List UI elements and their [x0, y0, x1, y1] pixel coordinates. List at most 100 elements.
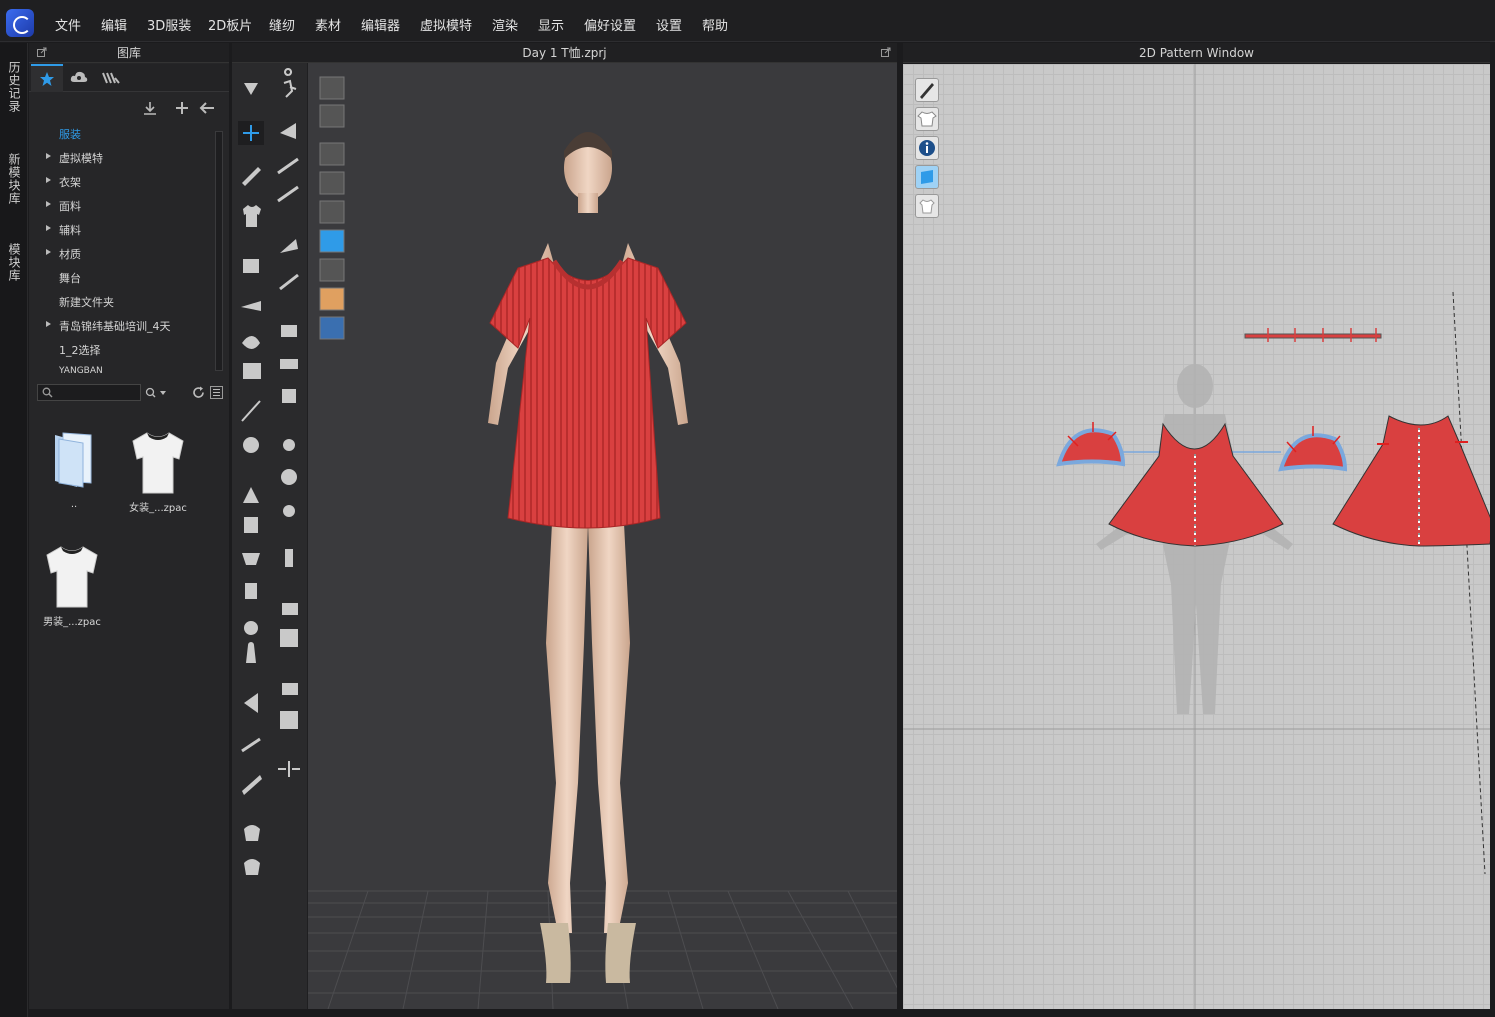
view-icon [319, 171, 345, 195]
app-logo-icon[interactable] [6, 9, 34, 37]
avatar-icon [246, 642, 256, 663]
tab-new-module-library[interactable]: 新模块库 [6, 153, 23, 205]
view-icon [319, 258, 345, 282]
search-input[interactable] [37, 384, 141, 401]
menu-preferences[interactable]: 偏好设置 [584, 15, 636, 34]
tree-item-fabric[interactable]: 面料 [46, 198, 81, 214]
menu-avatar[interactable]: 虚拟模特 [420, 15, 472, 34]
tool-icon [242, 336, 260, 349]
library-title: 图库 [116, 46, 141, 60]
menu-sewing[interactable]: 缝纫 [269, 15, 295, 34]
tool-icon [243, 487, 259, 503]
ruler-icon [242, 775, 262, 795]
file-item-womens[interactable]: 女装_...zpac [119, 425, 199, 515]
tree-item-new-folder[interactable]: 新建文件夹 [59, 294, 114, 310]
tab-module-library[interactable]: 模块库 [6, 243, 23, 282]
tab-brand[interactable] [95, 64, 127, 92]
folder-icon [55, 432, 92, 488]
walk-icon [283, 68, 297, 98]
tree-item-selection[interactable]: 1_2选择 [59, 342, 101, 358]
3d-canvas[interactable] [308, 63, 909, 1010]
menu-3d-garment[interactable]: 3D服装 [147, 15, 191, 34]
menu-settings[interactable]: 设置 [656, 15, 682, 34]
tab-favorites[interactable] [31, 64, 63, 92]
add-icon[interactable] [175, 101, 189, 115]
menu-edit[interactable]: 编辑 [101, 15, 127, 34]
library-tabs [29, 64, 229, 92]
tree-item-trims[interactable]: 辅料 [46, 222, 81, 238]
download-icon[interactable] [143, 101, 157, 115]
list-view-icon[interactable] [210, 386, 223, 399]
menu-display[interactable]: 显示 [538, 15, 564, 34]
button-icon [281, 469, 297, 485]
tool-icon [241, 737, 261, 753]
file-label: .. [70, 499, 78, 510]
tab-history[interactable]: 历史记录 [6, 61, 23, 113]
avatar-model [488, 132, 688, 933]
tool-icon [280, 123, 296, 139]
3d-toolbar-icons[interactable] [232, 63, 346, 1009]
library-search-row [29, 381, 229, 405]
tool-icon [244, 859, 260, 875]
3d-viewport-panel: Day 1 T恤.zprj [232, 43, 909, 1010]
tree-item-avatar[interactable]: 虚拟模特 [46, 150, 103, 166]
back-icon[interactable] [199, 101, 215, 115]
view-toolbar [319, 76, 345, 340]
tool-icon [279, 273, 299, 291]
view-icon [319, 104, 345, 128]
view-icon [319, 316, 345, 340]
edit-pattern-icon [242, 167, 261, 186]
menu-editor[interactable]: 编辑器 [361, 15, 400, 34]
undock-icon[interactable] [37, 47, 47, 57]
file-label: 男装_...zpac [43, 617, 101, 628]
tool-icon [241, 301, 261, 311]
simulate-icon [244, 83, 258, 95]
tool-icon [244, 517, 258, 533]
file-item-parent[interactable]: .. [39, 425, 109, 515]
refresh-icon[interactable] [192, 386, 205, 399]
button-icon [283, 439, 295, 451]
pattern-piece-strap [1244, 328, 1382, 342]
pattern-piece-sleeve-left [1056, 422, 1126, 467]
tree-item-material[interactable]: 材质 [46, 246, 81, 262]
menu-materials[interactable]: 素材 [315, 15, 341, 34]
tshirt-icon [132, 432, 184, 494]
file-item-mens[interactable]: 男装_...zpac [39, 539, 119, 629]
menu-render[interactable]: 渲染 [492, 15, 518, 34]
tree-item-yangban[interactable]: YANGBAN [59, 366, 103, 376]
tool-icon [244, 693, 258, 713]
search-options-icon[interactable] [145, 387, 169, 399]
pattern-piece-back [1332, 415, 1490, 547]
undock-icon[interactable] [881, 47, 891, 57]
tree-item-stage[interactable]: 舞台 [59, 270, 81, 286]
app-window: 文件 编辑 3D服装 2D板片 缝纫 素材 编辑器 虚拟模特 渲染 显示 偏好设… [0, 0, 1495, 1017]
view-icon [319, 142, 345, 166]
3d-scene[interactable] [308, 63, 909, 1010]
tree-scrollbar[interactable] [215, 131, 223, 371]
tree-item-hanger[interactable]: 衣架 [46, 174, 81, 190]
needle-icon [241, 400, 261, 422]
tool-icon [280, 711, 298, 729]
zipper-icon [285, 549, 293, 567]
tool-icon [282, 603, 298, 615]
reference-line [1452, 291, 1486, 875]
menu-file[interactable]: 文件 [55, 15, 81, 34]
viewport-title-bar: Day 1 T恤.zprj [232, 43, 897, 63]
tree-item-training[interactable]: 青岛锦纬基础培训_4天 [46, 318, 171, 334]
tab-cloud[interactable] [63, 64, 95, 92]
star-icon [40, 72, 54, 86]
2d-pattern-panel: 2D Pattern Window [903, 43, 1490, 1009]
menu-bar: 文件 编辑 3D服装 2D板片 缝纫 素材 编辑器 虚拟模特 渲染 显示 偏好设… [0, 0, 1495, 42]
menu-2d-pattern[interactable]: 2D板片 [208, 15, 252, 34]
side-tab-strip: 历史记录 新模块库 模块库 [0, 43, 28, 1017]
pattern-drawing[interactable] [903, 64, 1490, 1009]
view-icon [319, 287, 345, 311]
2d-pattern-canvas[interactable] [903, 64, 1490, 1009]
tool-icon [244, 621, 258, 635]
pattern-title: 2D Pattern Window [1139, 46, 1254, 60]
tree-item-garment[interactable]: 服装 [59, 126, 81, 142]
viewport-title: Day 1 T恤.zprj [522, 46, 607, 60]
menu-help[interactable]: 帮助 [702, 15, 728, 34]
view-icon [319, 229, 345, 253]
tool-icon [281, 325, 297, 337]
